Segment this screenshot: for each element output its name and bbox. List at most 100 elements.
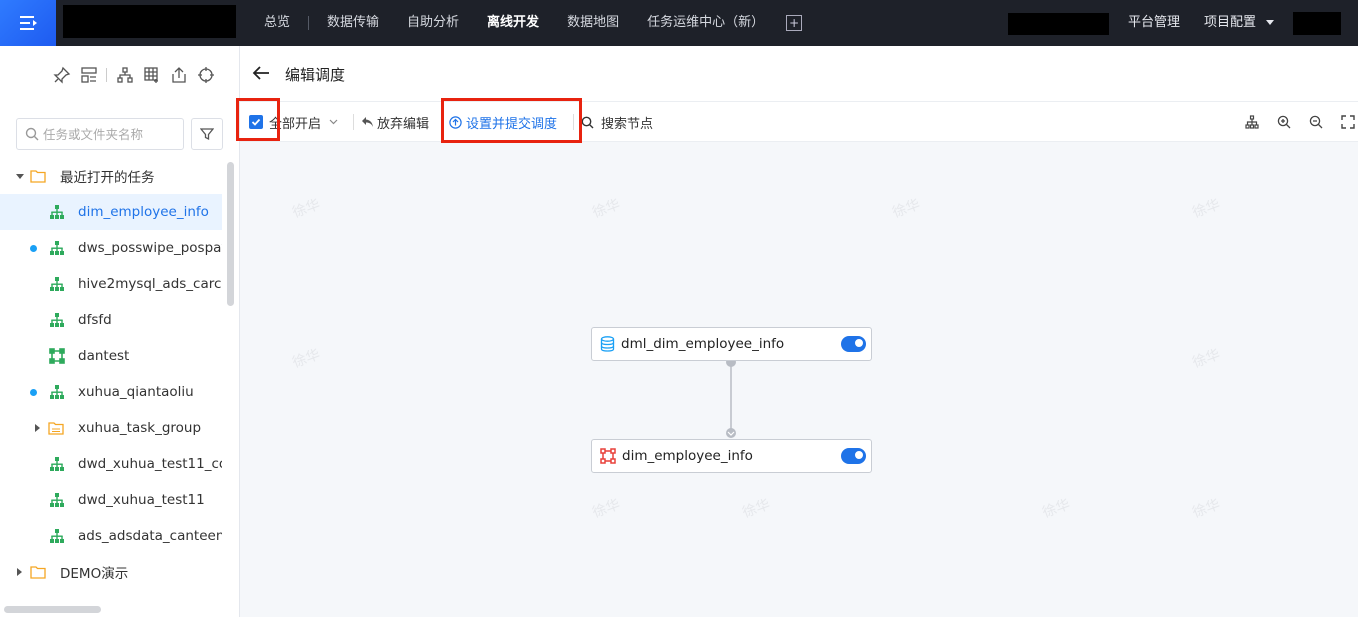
tree-item-dantest[interactable]: dantest <box>0 338 222 374</box>
workflow-icon <box>49 276 65 292</box>
page-header: 编辑调度 <box>240 46 1358 102</box>
nav-item-overview[interactable]: 总览 <box>250 0 304 46</box>
nav-item-data-map[interactable]: 数据地图 <box>553 0 633 46</box>
modified-dot <box>30 388 37 396</box>
tree-item-xuhua-qiantaoliu[interactable]: xuhua_qiantaoliu <box>0 374 222 410</box>
nav-item-self-analysis[interactable]: 自助分析 <box>393 0 473 46</box>
logo-redacted <box>63 5 236 38</box>
tree-item-dfsfd[interactable]: dfsfd <box>0 302 222 338</box>
workflow-icon <box>49 528 65 544</box>
main-nav: 总览 数据传输 自助分析 离线开发 数据地图 任务运维中心（新） + <box>250 0 803 46</box>
project-config-menu[interactable]: 项目配置 <box>1204 0 1275 46</box>
workflow-icon <box>49 204 65 220</box>
search-icon <box>581 116 594 128</box>
caret-down-icon[interactable] <box>16 173 24 179</box>
dag-canvas[interactable]: 徐华 徐华 徐华 徐华 徐华 徐华 徐华 徐华 徐华 徐华 徐华 徐华 dml_… <box>240 143 1358 617</box>
tree-item-ads-adsdata-canteen[interactable]: ads_adsdata_canteen_ <box>0 518 222 554</box>
tree-item-hive2mysql[interactable]: hive2mysql_ads_carcal <box>0 266 222 302</box>
sidebar-horizontal-scrollbar[interactable] <box>4 606 101 613</box>
sidebar: 最近打开的任务 dim_employee_info dws_posswipe_p… <box>0 46 240 617</box>
task-group-icon <box>48 420 64 436</box>
dag-node-dml-dim-employee-info[interactable]: dml_dim_employee_info <box>591 327 872 361</box>
modified-dot <box>30 244 37 252</box>
fullscreen-icon[interactable] <box>1339 113 1357 131</box>
nav-divider <box>308 16 310 30</box>
tree-item-label: ads_adsdata_canteen_ <box>78 528 222 544</box>
menu-toggle-button[interactable] <box>0 0 56 46</box>
caret-down-icon <box>1266 20 1275 25</box>
tree-item-label: xuhua_task_group <box>78 420 202 436</box>
edge-end-port[interactable] <box>726 428 736 438</box>
project-config-label: 项目配置 <box>1204 15 1257 30</box>
platform-admin-link[interactable]: 平台管理 <box>1128 0 1180 46</box>
sidebar-toolbar <box>52 64 215 86</box>
hierarchy-icon[interactable] <box>115 66 134 85</box>
chevron-down-icon <box>329 119 338 125</box>
toolbar-divider <box>353 114 354 130</box>
user-avatar-redacted[interactable] <box>1293 12 1341 35</box>
highlight-box-checkbox <box>236 98 280 141</box>
tree-item-label: dim_employee_info <box>78 204 209 220</box>
task-search-box <box>16 118 184 150</box>
workflow-icon <box>49 312 65 328</box>
workflow-icon <box>49 456 65 472</box>
tool-divider <box>106 68 107 82</box>
layout-icon[interactable] <box>79 66 98 85</box>
nav-item-offline-dev[interactable]: 离线开发 <box>473 0 553 46</box>
folder-icon <box>30 564 46 580</box>
node-enable-toggle[interactable] <box>841 448 866 464</box>
node-label: dml_dim_employee_info <box>621 336 785 352</box>
caret-right-icon[interactable] <box>35 424 40 432</box>
tree-item-dwd-xuhua-test11[interactable]: dwd_xuhua_test11 <box>0 482 222 518</box>
workflow-icon <box>49 384 65 400</box>
workflow-icon <box>49 240 65 256</box>
export-icon[interactable] <box>169 66 188 85</box>
dag-edges <box>726 357 736 438</box>
discard-edit-button[interactable]: 放弃编辑 <box>361 102 429 142</box>
sidebar-vertical-scrollbar[interactable] <box>227 162 234 306</box>
auto-layout-icon[interactable] <box>1243 113 1261 131</box>
filter-button[interactable] <box>191 118 223 150</box>
add-tab-icon[interactable]: + <box>786 15 803 31</box>
folder-icon <box>30 168 46 184</box>
undo-icon <box>362 117 373 127</box>
nav-item-data-transfer[interactable]: 数据传输 <box>313 0 393 46</box>
back-arrow-icon[interactable] <box>251 63 271 83</box>
node-enable-toggle[interactable] <box>841 336 866 352</box>
tree-item-label: dwd_xuhua_test11 <box>78 492 205 508</box>
search-icon <box>25 127 39 141</box>
tree-item-label: dfsfd <box>78 312 112 328</box>
workflow-icon <box>49 492 65 508</box>
menu-icon <box>20 16 37 30</box>
database-icon <box>600 336 615 352</box>
tree-folder-recent[interactable]: 最近打开的任务 <box>0 158 222 194</box>
zoom-in-icon[interactable] <box>1275 113 1293 131</box>
search-node-label: 搜索节点 <box>601 116 654 132</box>
nav-item-ops-center[interactable]: 任务运维中心（新） <box>633 0 778 46</box>
task-tree: 最近打开的任务 dim_employee_info dws_posswipe_p… <box>0 158 222 590</box>
workflow-node-icon <box>600 448 616 464</box>
tree-item-dwd-xuhua-test11-cop[interactable]: dwd_xuhua_test11_cop <box>0 446 222 482</box>
search-node-button[interactable]: 搜索节点 <box>581 102 653 142</box>
zoom-out-icon[interactable] <box>1307 113 1325 131</box>
tree-item-label: dwd_xuhua_test11_cop <box>78 456 222 472</box>
page-title: 编辑调度 <box>285 66 346 84</box>
tree-item-xuhua-task-group[interactable]: xuhua_task_group <box>0 410 222 446</box>
locate-icon[interactable] <box>196 66 215 85</box>
tree-folder-demo[interactable]: DEMO演示 <box>0 554 222 590</box>
tree-item-dim-employee-info[interactable]: dim_employee_info <box>0 194 222 230</box>
schedule-toolbar: 全部开启 放弃编辑 设置并提交调度 搜索节点 <box>240 102 1358 142</box>
tree-item-label: dws_posswipe_pospay <box>78 240 222 256</box>
tree-item-dws-posswipe[interactable]: dws_posswipe_pospay <box>0 230 222 266</box>
pin-icon[interactable] <box>52 66 71 85</box>
tree-item-label: 最近打开的任务 <box>60 170 155 186</box>
project-name-redacted <box>1008 13 1109 35</box>
dag-node-dim-employee-info[interactable]: dim_employee_info <box>591 439 872 473</box>
task-search-input[interactable] <box>43 126 173 142</box>
table-add-icon[interactable] <box>142 66 161 85</box>
discard-edit-label: 放弃编辑 <box>377 116 430 132</box>
filter-icon <box>200 128 214 141</box>
caret-right-icon[interactable] <box>17 568 22 576</box>
task-node-icon <box>49 348 65 364</box>
tree-item-label: DEMO演示 <box>60 566 129 582</box>
